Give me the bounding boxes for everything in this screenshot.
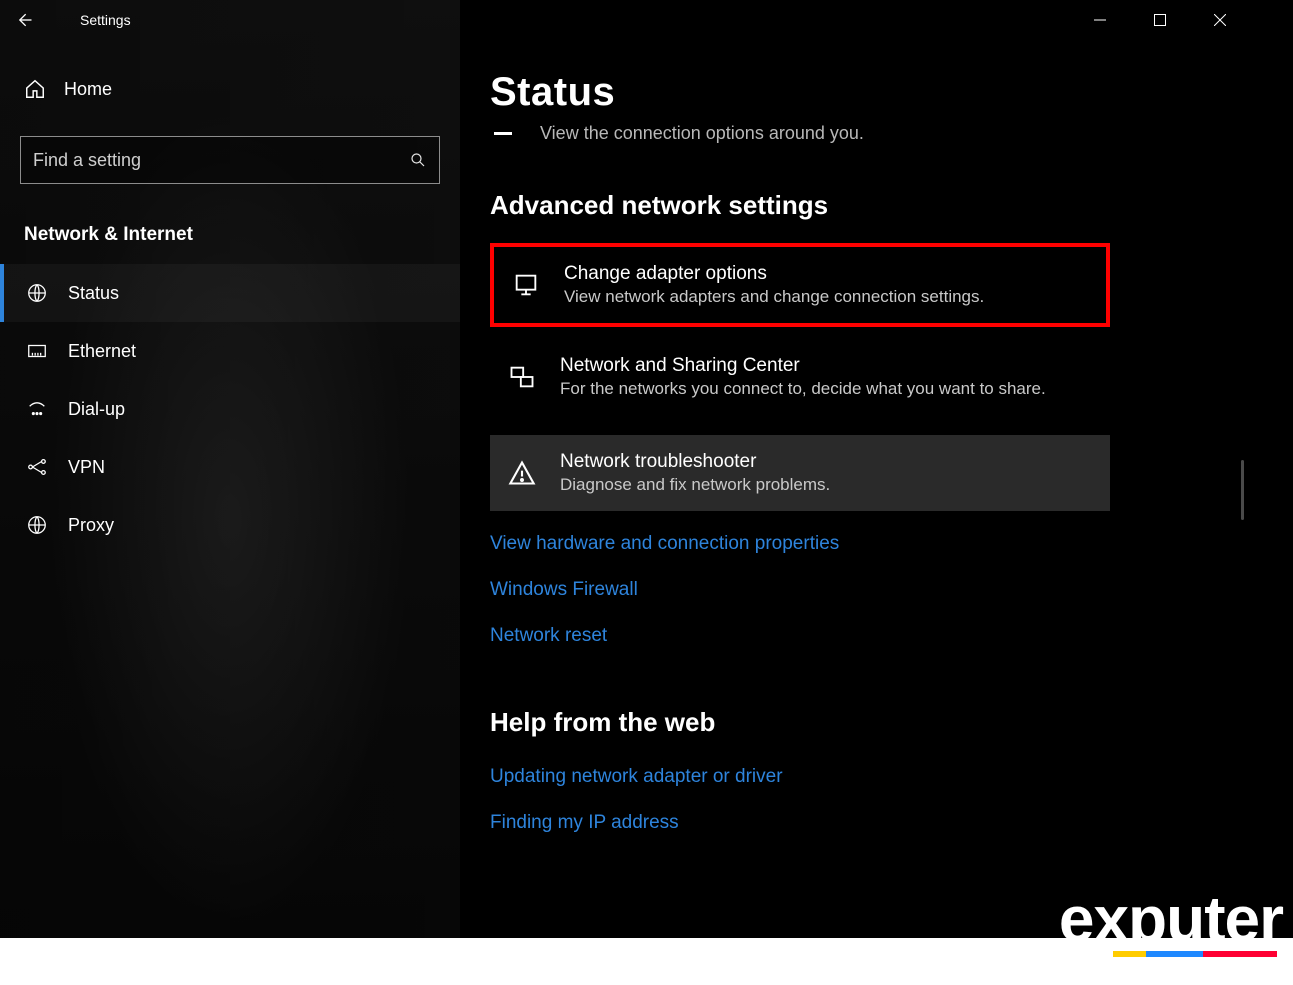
tile-desc: Diagnose and fix network problems. [560,475,830,495]
tile-desc: For the networks you connect to, decide … [560,379,1046,399]
sharing-icon [508,363,536,391]
exputer-watermark: exputer [1059,891,1283,949]
search-field[interactable] [20,136,440,184]
adapter-icon [512,271,540,299]
search-input[interactable] [33,150,409,171]
close-icon [1214,14,1226,26]
minus-glyph-icon [494,132,512,135]
window-title: Settings [48,12,131,28]
back-button[interactable] [0,0,48,40]
partial-tile-desc: View the connection options around you. [540,123,864,144]
home-icon [24,78,46,100]
link-windows-firewall[interactable]: Windows Firewall [490,567,1250,613]
minimize-icon [1094,14,1106,26]
home-label: Home [64,79,112,100]
tile-desc: View network adapters and change connect… [564,287,984,307]
section-help-heading: Help from the web [490,707,1250,738]
sidebar-item-label: Proxy [68,515,114,536]
ethernet-icon [26,340,48,362]
partial-tile-above: View the connection options around you. [490,123,1250,144]
sidebar-section-label: Network & Internet [0,212,460,264]
sidebar-item-label: Status [68,283,119,304]
dialup-icon [26,398,48,420]
sidebar-item-dialup[interactable]: Dial-up [0,380,460,438]
maximize-icon [1154,14,1166,26]
maximize-button[interactable] [1130,0,1190,40]
tile-title: Change adapter options [564,263,984,285]
right-margin [1250,0,1293,938]
sidebar-item-proxy[interactable]: Proxy [0,496,460,554]
link-find-ip[interactable]: Finding my IP address [490,800,1250,846]
home-nav[interactable]: Home [0,60,460,136]
tile-title: Network troubleshooter [560,451,830,473]
sidebar-item-ethernet[interactable]: Ethernet [0,322,460,380]
sidebar-item-label: Ethernet [68,341,136,362]
help-links: Updating network adapter or driver Findi… [490,754,1250,846]
sidebar-item-label: Dial-up [68,399,125,420]
section-advanced-heading: Advanced network settings [490,190,1250,221]
sidebar-item-vpn[interactable]: VPN [0,438,460,496]
page-title: Status [490,70,1250,115]
sidebar: Home Network & Internet Status [0,0,460,938]
sidebar-item-label: VPN [68,457,105,478]
vpn-icon [26,456,48,478]
minimize-button[interactable] [1070,0,1130,40]
warning-icon [508,459,536,487]
scrollbar-thumb[interactable] [1241,460,1244,520]
sidebar-nav: Status Ethernet Dial- [0,264,460,554]
advanced-links: View hardware and connection properties … [490,521,1250,659]
link-update-adapter[interactable]: Updating network adapter or driver [490,754,1250,800]
globe-net-icon [26,282,48,304]
tile-troubleshooter[interactable]: Network troubleshooter Diagnose and fix … [490,435,1110,511]
main-content: Status View the connection options aroun… [460,0,1250,938]
close-button[interactable] [1190,0,1250,40]
search-icon [409,151,427,169]
sidebar-item-status[interactable]: Status [0,264,460,322]
tile-sharing-center[interactable]: Network and Sharing Center For the netwo… [490,339,1110,415]
link-hardware-props[interactable]: View hardware and connection properties [490,521,1250,567]
tile-change-adapter[interactable]: Change adapter options View network adap… [490,243,1110,327]
tile-title: Network and Sharing Center [560,355,1046,377]
globe-icon [26,514,48,536]
watermark-underline-icon [1113,951,1277,957]
arrow-left-icon [14,10,34,30]
link-network-reset[interactable]: Network reset [490,613,1250,659]
